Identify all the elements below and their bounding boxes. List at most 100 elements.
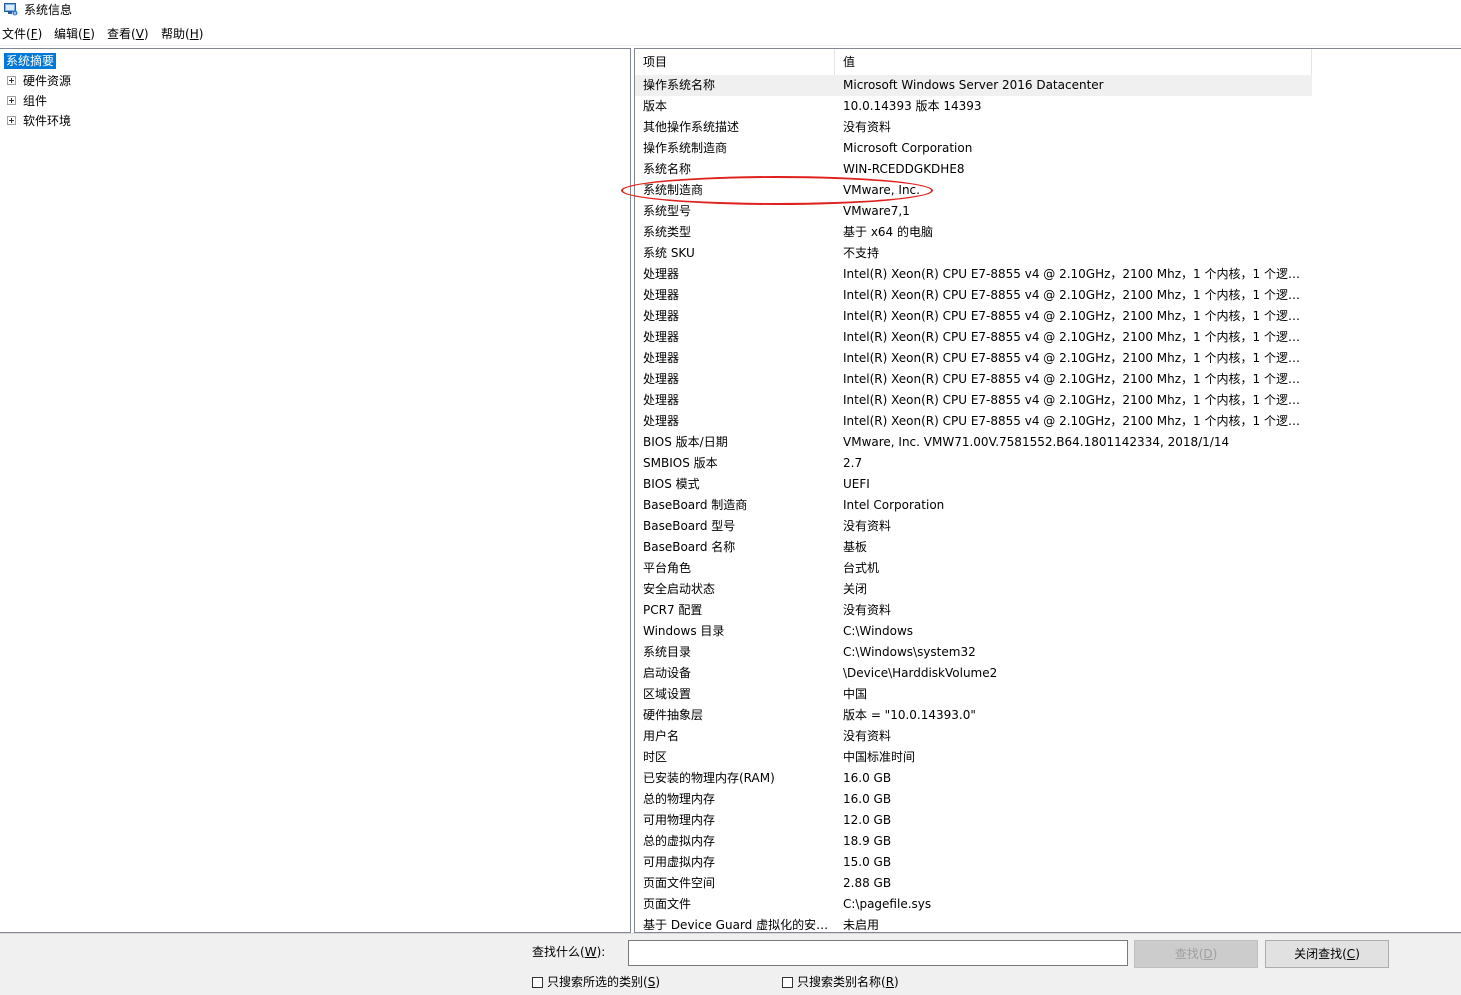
- table-row[interactable]: 处理器 Intel(R) Xeon(R) CPU E7-8855 v4 @ 2.1…: [635, 369, 1312, 390]
- row-item-value: Intel(R) Xeon(R) CPU E7-8855 v4 @ 2.10GH…: [843, 309, 1308, 323]
- row-item-name: 处理器: [643, 309, 680, 323]
- row-item-value: Intel(R) Xeon(R) CPU E7-8855 v4 @ 2.10GH…: [843, 351, 1308, 365]
- row-item-name: 启动设备: [643, 666, 692, 680]
- row-item-value: 没有资料: [843, 519, 892, 533]
- row-item-name: 总的物理内存: [643, 792, 716, 806]
- row-item-value: Intel(R) Xeon(R) CPU E7-8855 v4 @ 2.10GH…: [843, 330, 1308, 344]
- row-item-name: 处理器: [643, 393, 680, 407]
- table-row[interactable]: 区域设置 中国: [635, 684, 1312, 705]
- table-row[interactable]: 处理器 Intel(R) Xeon(R) CPU E7-8855 v4 @ 2.1…: [635, 306, 1312, 327]
- table-row[interactable]: SMBIOS 版本 2.7: [635, 453, 1312, 474]
- row-item-name: Windows 目录: [643, 624, 725, 638]
- table-row[interactable]: 基于 Device Guard 虚拟化的安全... 未启用: [635, 915, 1312, 932]
- row-item-value: 基于 x64 的电脑: [843, 225, 934, 239]
- table-row[interactable]: 系统名称 WIN-RCEDDGKDHE8: [635, 159, 1312, 180]
- table-row[interactable]: 平台角色 台式机: [635, 558, 1312, 579]
- table-row[interactable]: 处理器 Intel(R) Xeon(R) CPU E7-8855 v4 @ 2.1…: [635, 285, 1312, 306]
- table-row[interactable]: 用户名 没有资料: [635, 726, 1312, 747]
- table-row[interactable]: 可用虚拟内存 15.0 GB: [635, 852, 1312, 873]
- table-row[interactable]: Windows 目录 C:\Windows: [635, 621, 1312, 642]
- column-header-value[interactable]: 值: [836, 49, 1312, 75]
- table-row[interactable]: 硬件抽象层 版本 = "10.0.14393.0": [635, 705, 1312, 726]
- row-item-name: 用户名: [643, 729, 680, 743]
- window-title: 系统信息: [24, 3, 73, 17]
- menu-file[interactable]: 文件(F): [2, 26, 42, 43]
- row-item-value: Microsoft Windows Server 2016 Datacenter: [843, 78, 1104, 92]
- category-tree[interactable]: 系统摘要 硬件资源 组件 软件环境: [0, 48, 631, 933]
- table-row[interactable]: 系统制造商 VMware, Inc.: [635, 180, 1312, 201]
- table-row[interactable]: BaseBoard 型号 没有资料: [635, 516, 1312, 537]
- row-item-name: 可用物理内存: [643, 813, 716, 827]
- table-row[interactable]: BIOS 版本/日期 VMware, Inc. VMW71.00V.7581552…: [635, 432, 1312, 453]
- table-row[interactable]: 处理器 Intel(R) Xeon(R) CPU E7-8855 v4 @ 2.1…: [635, 390, 1312, 411]
- tree-item-system-summary[interactable]: 系统摘要: [4, 53, 57, 69]
- table-row[interactable]: 处理器 Intel(R) Xeon(R) CPU E7-8855 v4 @ 2.1…: [635, 327, 1312, 348]
- row-item-name: 可用虚拟内存: [643, 855, 716, 869]
- table-row[interactable]: 总的虚拟内存 18.9 GB: [635, 831, 1312, 852]
- table-row[interactable]: 页面文件 C:\pagefile.sys: [635, 894, 1312, 915]
- table-row[interactable]: BIOS 模式 UEFI: [635, 474, 1312, 495]
- expand-plus-icon[interactable]: [7, 96, 16, 105]
- table-row[interactable]: 安全启动状态 关闭: [635, 579, 1312, 600]
- row-item-value: 16.0 GB: [843, 771, 892, 785]
- row-item-name: 系统型号: [643, 204, 692, 218]
- menu-view[interactable]: 查看(V): [107, 26, 149, 43]
- close-find-button[interactable]: 关闭查找(C): [1265, 940, 1389, 968]
- row-item-name: 安全启动状态: [643, 582, 716, 596]
- row-item-name: 处理器: [643, 330, 680, 344]
- find-button[interactable]: 查找(D): [1134, 940, 1258, 968]
- table-row[interactable]: 其他操作系统描述 没有资料: [635, 117, 1312, 138]
- row-item-name: 页面文件: [643, 897, 692, 911]
- tree-item-label: 软件环境: [23, 114, 72, 128]
- find-input[interactable]: [628, 940, 1128, 966]
- row-item-value: 10.0.14393 版本 14393: [843, 99, 982, 113]
- table-row[interactable]: BaseBoard 名称 基板: [635, 537, 1312, 558]
- checkbox-box[interactable]: [782, 977, 793, 988]
- menu-edit[interactable]: 编辑(E): [54, 26, 95, 43]
- table-row[interactable]: 版本 10.0.14393 版本 14393: [635, 96, 1312, 117]
- menu-bar: 文件(F) 编辑(E) 查看(V) 帮助(H): [0, 25, 1461, 45]
- row-item-value: Intel(R) Xeon(R) CPU E7-8855 v4 @ 2.10GH…: [843, 372, 1308, 386]
- table-row[interactable]: 启动设备 \Device\HarddiskVolume2: [635, 663, 1312, 684]
- table-row[interactable]: 操作系统名称 Microsoft Windows Server 2016 Data…: [635, 75, 1312, 96]
- row-item-value: 未启用: [843, 918, 880, 932]
- table-row[interactable]: 页面文件空间 2.88 GB: [635, 873, 1312, 894]
- table-row[interactable]: 处理器 Intel(R) Xeon(R) CPU E7-8855 v4 @ 2.1…: [635, 348, 1312, 369]
- details-list[interactable]: 项目 值 操作系统名称 Microsoft Windows Server 2016…: [634, 48, 1461, 933]
- table-row[interactable]: 时区 中国标准时间: [635, 747, 1312, 768]
- expand-plus-icon[interactable]: [7, 76, 16, 85]
- table-row[interactable]: BaseBoard 制造商 Intel Corporation: [635, 495, 1312, 516]
- row-item-name: 总的虚拟内存: [643, 834, 716, 848]
- table-row[interactable]: 操作系统制造商 Microsoft Corporation: [635, 138, 1312, 159]
- table-row[interactable]: 系统 SKU 不支持: [635, 243, 1312, 264]
- row-item-value: C:\Windows\system32: [843, 645, 976, 659]
- row-item-value: VMware, Inc.: [843, 183, 920, 197]
- table-row[interactable]: 处理器 Intel(R) Xeon(R) CPU E7-8855 v4 @ 2.1…: [635, 264, 1312, 285]
- title-bar: 系统信息: [0, 0, 1461, 22]
- table-row[interactable]: PCR7 配置 没有资料: [635, 600, 1312, 621]
- row-item-name: 处理器: [643, 372, 680, 386]
- table-row[interactable]: 系统类型 基于 x64 的电脑: [635, 222, 1312, 243]
- table-row[interactable]: 总的物理内存 16.0 GB: [635, 789, 1312, 810]
- table-row[interactable]: 系统型号 VMware7,1: [635, 201, 1312, 222]
- menu-help[interactable]: 帮助(H): [161, 26, 203, 43]
- row-item-name: 处理器: [643, 267, 680, 281]
- row-item-value: Microsoft Corporation: [843, 141, 973, 155]
- expand-plus-icon[interactable]: [7, 116, 16, 125]
- table-row[interactable]: 已安装的物理内存(RAM) 16.0 GB: [635, 768, 1312, 789]
- row-item-name: 区域设置: [643, 687, 692, 701]
- checkbox-box[interactable]: [532, 977, 543, 988]
- column-header-item[interactable]: 项目: [635, 49, 835, 75]
- search-selected-category-checkbox[interactable]: 只搜索所选的类别(S): [532, 974, 660, 990]
- row-item-name: 版本: [643, 99, 668, 113]
- row-item-value: 台式机: [843, 561, 880, 575]
- table-row[interactable]: 系统目录 C:\Windows\system32: [635, 642, 1312, 663]
- row-item-name: 系统 SKU: [643, 246, 695, 260]
- find-bar: 查找什么(W): 查找(D) 关闭查找(C) 只搜索所选的类别(S) 只搜索类别…: [0, 933, 1461, 995]
- row-item-value: Intel(R) Xeon(R) CPU E7-8855 v4 @ 2.10GH…: [843, 288, 1308, 302]
- find-label: 查找什么(W):: [532, 945, 606, 959]
- search-category-names-checkbox[interactable]: 只搜索类别名称(R): [782, 974, 899, 990]
- table-row[interactable]: 可用物理内存 12.0 GB: [635, 810, 1312, 831]
- table-row[interactable]: 处理器 Intel(R) Xeon(R) CPU E7-8855 v4 @ 2.1…: [635, 411, 1312, 432]
- tree-item-label: 组件: [23, 94, 48, 108]
